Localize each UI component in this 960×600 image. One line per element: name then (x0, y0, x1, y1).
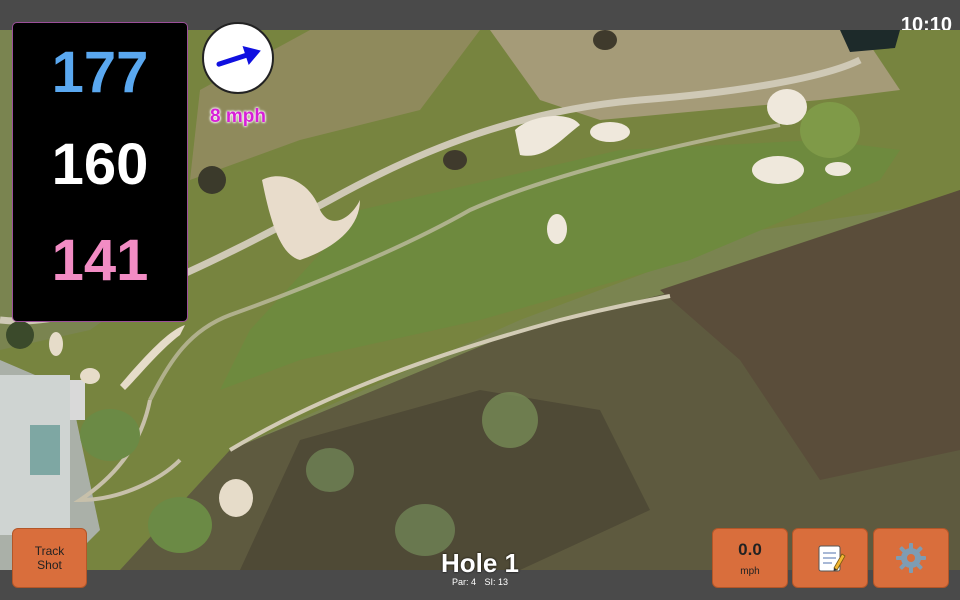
hole-info: Par: 4 SI: 13 (380, 577, 580, 587)
back-distance: 177 (51, 40, 149, 105)
notes-button[interactable] (792, 528, 868, 588)
track-shot-label-line2: Shot (37, 558, 62, 572)
wind-speed-unit: mph (740, 565, 760, 577)
stroke-index-label: SI: 13 (484, 577, 509, 587)
wind-speed-value: 0.0 (738, 539, 762, 559)
gear-icon (896, 543, 926, 573)
settings-button[interactable] (873, 528, 949, 588)
wind-speed-button[interactable]: 0.0 mph (712, 528, 788, 588)
notepad-icon (818, 545, 846, 572)
hole-title: Hole 1 (440, 548, 520, 578)
arrow-right-icon (216, 46, 261, 67)
track-shot-button[interactable]: Track Shot (12, 528, 87, 588)
track-shot-label-line1: Track (34, 544, 65, 558)
front-distance: 141 (51, 228, 149, 293)
par-label: Par: 4 (451, 577, 476, 587)
middle-distance: 160 (51, 132, 149, 197)
wind-direction-indicator (202, 22, 274, 94)
distance-panel: 177 160 141 (12, 22, 188, 322)
wind-speed-label: 8 mph (210, 106, 266, 127)
